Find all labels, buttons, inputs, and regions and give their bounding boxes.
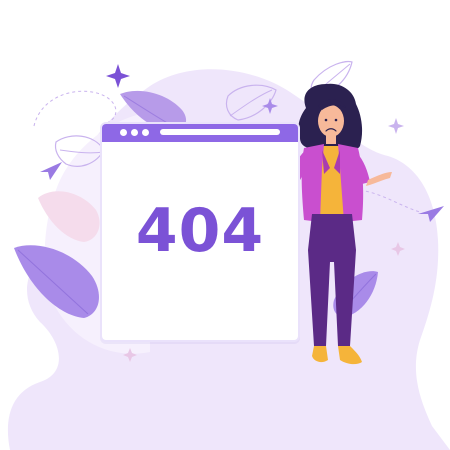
browser-titlebar — [102, 124, 298, 142]
window-dot-icon — [120, 129, 127, 136]
address-bar — [160, 129, 280, 135]
sparkle-right-icon — [388, 118, 404, 134]
paper-plane-icon — [40, 162, 62, 180]
sparkle-icon — [106, 64, 130, 88]
dashed-flight-path — [33, 90, 117, 127]
browser-window: 404 — [100, 122, 300, 342]
not-found-illustration: 404 — [0, 0, 450, 450]
window-dot-icon — [131, 129, 138, 136]
error-code-text: 404 — [135, 196, 265, 266]
window-dot-icon — [142, 129, 149, 136]
